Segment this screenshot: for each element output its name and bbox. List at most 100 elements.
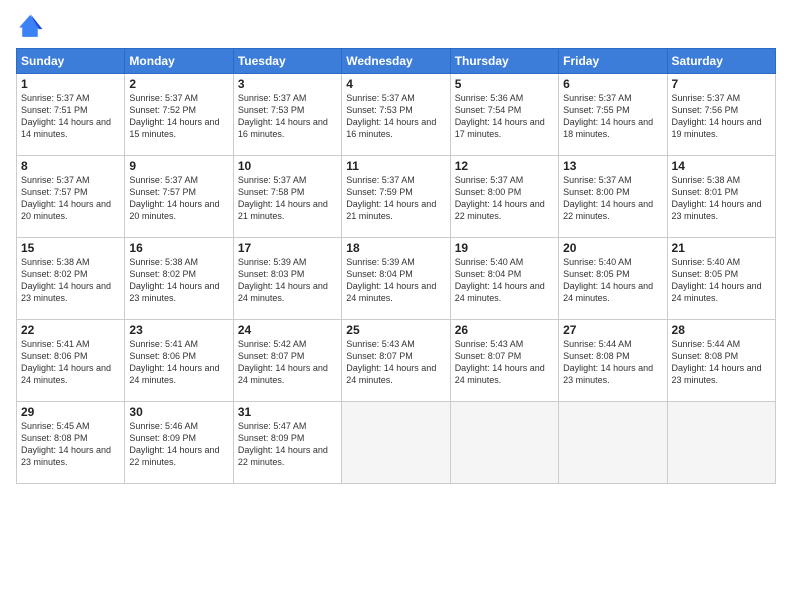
day-info: Sunrise: 5:40 AM Sunset: 8:05 PM Dayligh… bbox=[672, 256, 771, 305]
day-number: 10 bbox=[238, 159, 337, 173]
header-cell-wednesday: Wednesday bbox=[342, 49, 450, 74]
day-info: Sunrise: 5:40 AM Sunset: 8:05 PM Dayligh… bbox=[563, 256, 662, 305]
day-cell: 10 Sunrise: 5:37 AM Sunset: 7:58 PM Dayl… bbox=[233, 156, 341, 238]
week-row-2: 8 Sunrise: 5:37 AM Sunset: 7:57 PM Dayli… bbox=[17, 156, 776, 238]
day-cell: 6 Sunrise: 5:37 AM Sunset: 7:55 PM Dayli… bbox=[559, 74, 667, 156]
day-number: 6 bbox=[563, 77, 662, 91]
day-number: 16 bbox=[129, 241, 228, 255]
day-cell: 31 Sunrise: 5:47 AM Sunset: 8:09 PM Dayl… bbox=[233, 402, 341, 484]
day-number: 27 bbox=[563, 323, 662, 337]
day-cell: 22 Sunrise: 5:41 AM Sunset: 8:06 PM Dayl… bbox=[17, 320, 125, 402]
day-info: Sunrise: 5:37 AM Sunset: 7:57 PM Dayligh… bbox=[21, 174, 120, 223]
day-info: Sunrise: 5:36 AM Sunset: 7:54 PM Dayligh… bbox=[455, 92, 554, 141]
day-cell: 27 Sunrise: 5:44 AM Sunset: 8:08 PM Dayl… bbox=[559, 320, 667, 402]
day-number: 24 bbox=[238, 323, 337, 337]
day-info: Sunrise: 5:43 AM Sunset: 8:07 PM Dayligh… bbox=[346, 338, 445, 387]
page: SundayMondayTuesdayWednesdayThursdayFrid… bbox=[0, 0, 792, 612]
logo-icon bbox=[16, 12, 44, 40]
day-info: Sunrise: 5:43 AM Sunset: 8:07 PM Dayligh… bbox=[455, 338, 554, 387]
day-info: Sunrise: 5:44 AM Sunset: 8:08 PM Dayligh… bbox=[672, 338, 771, 387]
day-cell: 28 Sunrise: 5:44 AM Sunset: 8:08 PM Dayl… bbox=[667, 320, 775, 402]
day-cell bbox=[342, 402, 450, 484]
header bbox=[16, 12, 776, 40]
day-cell: 1 Sunrise: 5:37 AM Sunset: 7:51 PM Dayli… bbox=[17, 74, 125, 156]
day-info: Sunrise: 5:41 AM Sunset: 8:06 PM Dayligh… bbox=[129, 338, 228, 387]
day-number: 13 bbox=[563, 159, 662, 173]
day-cell: 14 Sunrise: 5:38 AM Sunset: 8:01 PM Dayl… bbox=[667, 156, 775, 238]
week-row-1: 1 Sunrise: 5:37 AM Sunset: 7:51 PM Dayli… bbox=[17, 74, 776, 156]
day-number: 1 bbox=[21, 77, 120, 91]
day-info: Sunrise: 5:42 AM Sunset: 8:07 PM Dayligh… bbox=[238, 338, 337, 387]
day-info: Sunrise: 5:37 AM Sunset: 7:57 PM Dayligh… bbox=[129, 174, 228, 223]
day-cell bbox=[559, 402, 667, 484]
day-number: 31 bbox=[238, 405, 337, 419]
header-cell-tuesday: Tuesday bbox=[233, 49, 341, 74]
day-number: 12 bbox=[455, 159, 554, 173]
day-cell: 5 Sunrise: 5:36 AM Sunset: 7:54 PM Dayli… bbox=[450, 74, 558, 156]
day-number: 2 bbox=[129, 77, 228, 91]
day-info: Sunrise: 5:38 AM Sunset: 8:02 PM Dayligh… bbox=[129, 256, 228, 305]
day-cell: 26 Sunrise: 5:43 AM Sunset: 8:07 PM Dayl… bbox=[450, 320, 558, 402]
day-cell: 8 Sunrise: 5:37 AM Sunset: 7:57 PM Dayli… bbox=[17, 156, 125, 238]
day-number: 17 bbox=[238, 241, 337, 255]
day-info: Sunrise: 5:39 AM Sunset: 8:04 PM Dayligh… bbox=[346, 256, 445, 305]
day-info: Sunrise: 5:41 AM Sunset: 8:06 PM Dayligh… bbox=[21, 338, 120, 387]
day-cell: 4 Sunrise: 5:37 AM Sunset: 7:53 PM Dayli… bbox=[342, 74, 450, 156]
day-number: 14 bbox=[672, 159, 771, 173]
day-number: 7 bbox=[672, 77, 771, 91]
day-info: Sunrise: 5:37 AM Sunset: 7:58 PM Dayligh… bbox=[238, 174, 337, 223]
day-cell: 29 Sunrise: 5:45 AM Sunset: 8:08 PM Dayl… bbox=[17, 402, 125, 484]
day-cell: 20 Sunrise: 5:40 AM Sunset: 8:05 PM Dayl… bbox=[559, 238, 667, 320]
day-number: 29 bbox=[21, 405, 120, 419]
day-number: 3 bbox=[238, 77, 337, 91]
header-cell-friday: Friday bbox=[559, 49, 667, 74]
calendar: SundayMondayTuesdayWednesdayThursdayFrid… bbox=[16, 48, 776, 484]
day-cell: 12 Sunrise: 5:37 AM Sunset: 8:00 PM Dayl… bbox=[450, 156, 558, 238]
day-number: 4 bbox=[346, 77, 445, 91]
day-info: Sunrise: 5:37 AM Sunset: 7:52 PM Dayligh… bbox=[129, 92, 228, 141]
day-info: Sunrise: 5:37 AM Sunset: 8:00 PM Dayligh… bbox=[455, 174, 554, 223]
day-cell: 25 Sunrise: 5:43 AM Sunset: 8:07 PM Dayl… bbox=[342, 320, 450, 402]
day-info: Sunrise: 5:37 AM Sunset: 8:00 PM Dayligh… bbox=[563, 174, 662, 223]
day-cell: 19 Sunrise: 5:40 AM Sunset: 8:04 PM Dayl… bbox=[450, 238, 558, 320]
day-info: Sunrise: 5:40 AM Sunset: 8:04 PM Dayligh… bbox=[455, 256, 554, 305]
day-cell: 30 Sunrise: 5:46 AM Sunset: 8:09 PM Dayl… bbox=[125, 402, 233, 484]
day-cell: 9 Sunrise: 5:37 AM Sunset: 7:57 PM Dayli… bbox=[125, 156, 233, 238]
day-number: 28 bbox=[672, 323, 771, 337]
day-number: 22 bbox=[21, 323, 120, 337]
day-number: 11 bbox=[346, 159, 445, 173]
day-number: 26 bbox=[455, 323, 554, 337]
day-cell bbox=[667, 402, 775, 484]
day-info: Sunrise: 5:44 AM Sunset: 8:08 PM Dayligh… bbox=[563, 338, 662, 387]
header-row: SundayMondayTuesdayWednesdayThursdayFrid… bbox=[17, 49, 776, 74]
day-info: Sunrise: 5:37 AM Sunset: 7:51 PM Dayligh… bbox=[21, 92, 120, 141]
day-number: 18 bbox=[346, 241, 445, 255]
header-cell-saturday: Saturday bbox=[667, 49, 775, 74]
day-info: Sunrise: 5:45 AM Sunset: 8:08 PM Dayligh… bbox=[21, 420, 120, 469]
day-cell: 17 Sunrise: 5:39 AM Sunset: 8:03 PM Dayl… bbox=[233, 238, 341, 320]
day-cell bbox=[450, 402, 558, 484]
day-number: 23 bbox=[129, 323, 228, 337]
day-info: Sunrise: 5:39 AM Sunset: 8:03 PM Dayligh… bbox=[238, 256, 337, 305]
day-info: Sunrise: 5:38 AM Sunset: 8:01 PM Dayligh… bbox=[672, 174, 771, 223]
day-info: Sunrise: 5:38 AM Sunset: 8:02 PM Dayligh… bbox=[21, 256, 120, 305]
day-cell: 16 Sunrise: 5:38 AM Sunset: 8:02 PM Dayl… bbox=[125, 238, 233, 320]
day-cell: 13 Sunrise: 5:37 AM Sunset: 8:00 PM Dayl… bbox=[559, 156, 667, 238]
day-info: Sunrise: 5:37 AM Sunset: 7:56 PM Dayligh… bbox=[672, 92, 771, 141]
day-number: 20 bbox=[563, 241, 662, 255]
day-info: Sunrise: 5:47 AM Sunset: 8:09 PM Dayligh… bbox=[238, 420, 337, 469]
day-info: Sunrise: 5:37 AM Sunset: 7:55 PM Dayligh… bbox=[563, 92, 662, 141]
day-info: Sunrise: 5:37 AM Sunset: 7:53 PM Dayligh… bbox=[238, 92, 337, 141]
day-info: Sunrise: 5:37 AM Sunset: 7:59 PM Dayligh… bbox=[346, 174, 445, 223]
day-number: 21 bbox=[672, 241, 771, 255]
week-row-4: 22 Sunrise: 5:41 AM Sunset: 8:06 PM Dayl… bbox=[17, 320, 776, 402]
day-cell: 15 Sunrise: 5:38 AM Sunset: 8:02 PM Dayl… bbox=[17, 238, 125, 320]
day-cell: 18 Sunrise: 5:39 AM Sunset: 8:04 PM Dayl… bbox=[342, 238, 450, 320]
day-number: 25 bbox=[346, 323, 445, 337]
calendar-body: 1 Sunrise: 5:37 AM Sunset: 7:51 PM Dayli… bbox=[17, 74, 776, 484]
day-number: 15 bbox=[21, 241, 120, 255]
logo bbox=[16, 12, 48, 40]
day-number: 5 bbox=[455, 77, 554, 91]
day-cell: 11 Sunrise: 5:37 AM Sunset: 7:59 PM Dayl… bbox=[342, 156, 450, 238]
week-row-3: 15 Sunrise: 5:38 AM Sunset: 8:02 PM Dayl… bbox=[17, 238, 776, 320]
